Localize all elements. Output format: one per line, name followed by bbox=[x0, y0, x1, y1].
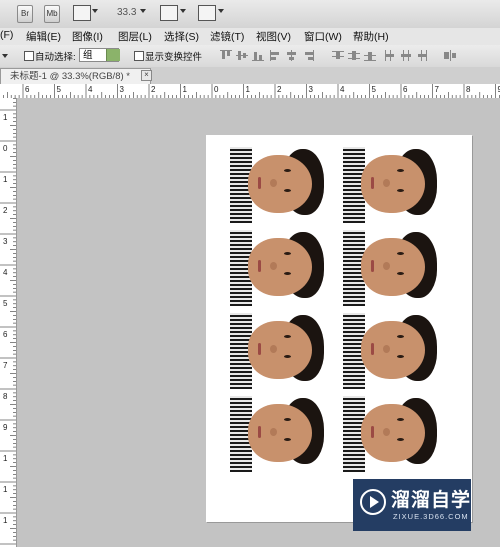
view-extras-icon[interactable] bbox=[73, 5, 91, 21]
mini-bridge-button[interactable]: Mb bbox=[44, 5, 60, 23]
chevron-down-icon[interactable] bbox=[106, 49, 120, 61]
screen-mode-icon[interactable] bbox=[198, 5, 216, 21]
ruler-label: 1 bbox=[3, 454, 8, 463]
ruler-label: 2 bbox=[151, 85, 156, 94]
portrait-photo bbox=[343, 396, 443, 472]
portrait-photo bbox=[343, 147, 443, 223]
zoom-level-select[interactable]: 33.3 bbox=[117, 7, 136, 18]
ruler-label: 3 bbox=[309, 85, 314, 94]
ruler-label: 5 bbox=[3, 299, 8, 308]
ruler-label: 9 bbox=[3, 423, 8, 432]
tool-preset-chevron-icon[interactable] bbox=[2, 54, 8, 58]
horizontal-ruler[interactable]: 6543210123456789 bbox=[0, 84, 500, 99]
align-vertical-center-icon[interactable] bbox=[236, 50, 248, 61]
distribute-left-icon[interactable] bbox=[384, 50, 396, 61]
ruler-label: 3 bbox=[120, 85, 125, 94]
align-right-icon[interactable] bbox=[302, 50, 314, 61]
ruler-label: 7 bbox=[3, 361, 8, 370]
ruler-label: 8 bbox=[3, 392, 8, 401]
ruler-label: 8 bbox=[466, 85, 471, 94]
watermark-badge: 溜溜自学 ZIXUE.3D66.COM bbox=[353, 479, 471, 531]
menu-view[interactable]: 视图(V) bbox=[256, 29, 291, 44]
distribute-horizontal-center-icon[interactable] bbox=[400, 50, 412, 61]
portrait-photo bbox=[343, 230, 443, 306]
ruler-label: 6 bbox=[403, 85, 408, 94]
arrange-documents-icon[interactable] bbox=[160, 5, 178, 21]
watermark-url: ZIXUE.3D66.COM bbox=[393, 512, 469, 521]
menu-file[interactable]: (F) bbox=[0, 29, 13, 41]
ruler-label: 1 bbox=[183, 85, 188, 94]
menu-layer[interactable]: 图层(L) bbox=[118, 29, 152, 44]
ruler-label: 1 bbox=[246, 85, 251, 94]
menu-bar: (F) 编辑(E) 图像(I) 图层(L) 选择(S) 滤镜(T) 视图(V) … bbox=[0, 28, 500, 46]
distribute-right-icon[interactable] bbox=[416, 50, 428, 61]
menu-help[interactable]: 帮助(H) bbox=[353, 29, 389, 44]
portrait-photo bbox=[230, 147, 330, 223]
document-tab-label: 未标题-1 @ 33.3%(RGB/8) * bbox=[10, 71, 130, 82]
align-left-icon[interactable] bbox=[270, 50, 282, 61]
close-icon[interactable]: × bbox=[141, 70, 152, 81]
document-tab-bar: 未标题-1 @ 33.3%(RGB/8) * × bbox=[0, 67, 500, 85]
chevron-down-icon[interactable] bbox=[92, 9, 98, 13]
ruler-ticks: 6543210123456789 bbox=[2, 84, 500, 98]
menu-edit[interactable]: 编辑(E) bbox=[26, 29, 61, 44]
ruler-label: 1 bbox=[3, 516, 8, 525]
play-logo-icon bbox=[360, 489, 386, 515]
ruler-label: 5 bbox=[372, 85, 377, 94]
portrait-photo bbox=[230, 313, 330, 389]
align-top-icon[interactable] bbox=[220, 50, 232, 61]
watermark-title: 溜溜自学 bbox=[391, 490, 472, 511]
vertical-ruler[interactable]: 1 0 1 2 3 4 5 6 7 8 9 1 1 1 bbox=[0, 98, 17, 547]
menu-select[interactable]: 选择(S) bbox=[164, 29, 199, 44]
portrait-photo bbox=[230, 230, 330, 306]
ruler-label: 1 bbox=[3, 175, 8, 184]
ruler-label: 1 bbox=[3, 113, 8, 122]
portrait-photo bbox=[343, 313, 443, 389]
chevron-down-icon[interactable] bbox=[218, 9, 224, 13]
document-tab[interactable]: 未标题-1 @ 33.3%(RGB/8) * bbox=[0, 68, 151, 84]
show-transform-checkbox[interactable] bbox=[134, 51, 144, 61]
chevron-down-icon[interactable] bbox=[140, 9, 146, 13]
menu-filter[interactable]: 滤镜(T) bbox=[210, 29, 244, 44]
options-bar: 自动选择: 组 显示变换控件 bbox=[0, 45, 500, 68]
ruler-label: 4 bbox=[340, 85, 345, 94]
application-bar: Br Mb 33.3 bbox=[0, 0, 500, 29]
ruler-label: 0 bbox=[3, 144, 8, 153]
ruler-label: 6 bbox=[25, 85, 30, 94]
ruler-label: 4 bbox=[3, 268, 8, 277]
show-transform-label: 显示变换控件 bbox=[145, 52, 203, 63]
ruler-ticks: 1 0 1 2 3 4 5 6 7 8 9 1 1 1 bbox=[0, 98, 16, 545]
menu-image[interactable]: 图像(I) bbox=[72, 29, 103, 44]
chevron-down-icon[interactable] bbox=[180, 9, 186, 13]
portrait-photo bbox=[230, 396, 330, 472]
ruler-label: 3 bbox=[3, 237, 8, 246]
bridge-button[interactable]: Br bbox=[17, 5, 33, 23]
ruler-label: 6 bbox=[3, 330, 8, 339]
align-horizontal-center-icon[interactable] bbox=[286, 50, 298, 61]
ruler-label: 1 bbox=[3, 485, 8, 494]
ruler-label: 7 bbox=[435, 85, 440, 94]
align-bottom-icon[interactable] bbox=[252, 50, 264, 61]
distribute-vertical-center-icon[interactable] bbox=[348, 50, 360, 61]
auto-select-label: 自动选择: bbox=[35, 52, 76, 63]
ruler-label: 0 bbox=[214, 85, 219, 94]
auto-align-layers-icon[interactable] bbox=[444, 50, 456, 61]
ruler-label: 5 bbox=[57, 85, 62, 94]
menu-window[interactable]: 窗口(W) bbox=[304, 29, 342, 44]
distribute-top-icon[interactable] bbox=[332, 50, 344, 61]
document-canvas[interactable] bbox=[206, 135, 472, 522]
auto-select-checkbox[interactable] bbox=[24, 51, 34, 61]
distribute-bottom-icon[interactable] bbox=[364, 50, 376, 61]
ruler-label: 2 bbox=[277, 85, 282, 94]
ruler-label: 4 bbox=[88, 85, 93, 94]
ruler-label: 2 bbox=[3, 206, 8, 215]
